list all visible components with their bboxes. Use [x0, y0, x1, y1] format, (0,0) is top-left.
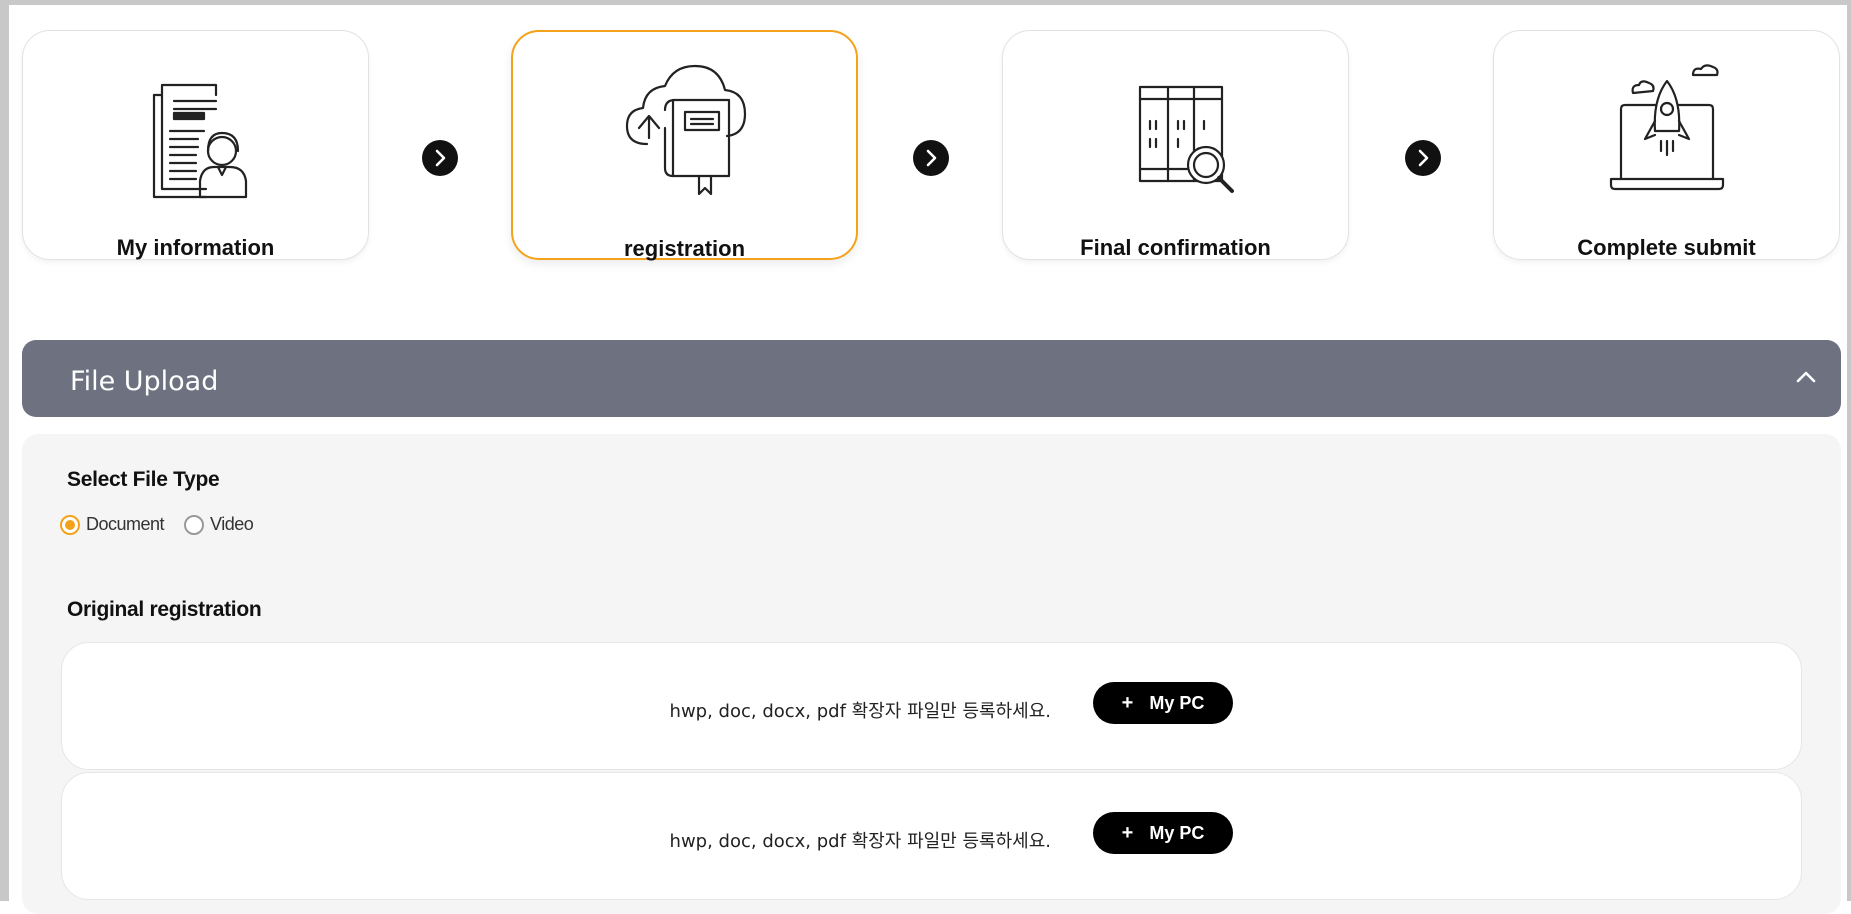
chevron-up-icon[interactable]	[1793, 364, 1819, 390]
file-upload-header[interactable]: File Upload	[22, 340, 1841, 417]
step-complete-submit[interactable]: Complete submit	[1493, 30, 1840, 260]
upload-row: hwp, doc, docx, pdf 확장자 파일만 등록하세요. + My …	[61, 772, 1802, 900]
select-file-type-title: Select File Type	[67, 468, 220, 491]
step-label: registration	[623, 236, 746, 261]
my-pc-label: My PC	[1149, 692, 1205, 713]
step-my-information[interactable]: My information	[22, 30, 369, 260]
step-label: My information	[116, 235, 275, 260]
upload-hint: hwp, doc, docx, pdf 확장자 파일만 등록하세요.	[669, 831, 1051, 852]
binders-magnifier-icon	[1138, 85, 1234, 193]
my-pc-button[interactable]: + My PC	[1093, 682, 1233, 724]
radio-button[interactable]	[60, 514, 80, 535]
cloud-book-upload-icon	[625, 64, 746, 196]
my-pc-button[interactable]: + My PC	[1093, 812, 1233, 854]
step-label: Complete submit	[1577, 235, 1756, 260]
file-upload-body: Select File Type Document Video Original…	[22, 434, 1841, 914]
radio-label: Document	[86, 514, 165, 534]
chevron-right-icon	[1405, 140, 1441, 176]
panel-title: File Upload	[70, 366, 219, 397]
radio-video[interactable]: Video	[184, 514, 254, 535]
radio-label: Video	[210, 514, 254, 534]
radio-button[interactable]	[184, 514, 205, 535]
plus-icon: +	[1121, 691, 1134, 714]
my-pc-label: My PC	[1149, 822, 1205, 843]
upload-row: hwp, doc, docx, pdf 확장자 파일만 등록하세요. + My …	[61, 642, 1802, 770]
original-registration-title: Original registration	[67, 598, 262, 621]
chevron-right-icon	[422, 140, 458, 176]
file-type-radio-group: Document Video	[60, 514, 273, 535]
profile-document-icon	[152, 83, 247, 199]
step-label: Final confirmation	[1080, 235, 1271, 260]
step-final-confirmation[interactable]: Final confirmation	[1002, 30, 1349, 260]
radio-document[interactable]: Document	[60, 514, 165, 535]
upload-hint: hwp, doc, docx, pdf 확장자 파일만 등록하세요.	[669, 701, 1051, 722]
laptop-rocket-icon	[1609, 64, 1724, 191]
plus-icon: +	[1121, 821, 1134, 844]
chevron-right-icon	[913, 140, 949, 176]
step-registration[interactable]: registration	[511, 30, 858, 261]
